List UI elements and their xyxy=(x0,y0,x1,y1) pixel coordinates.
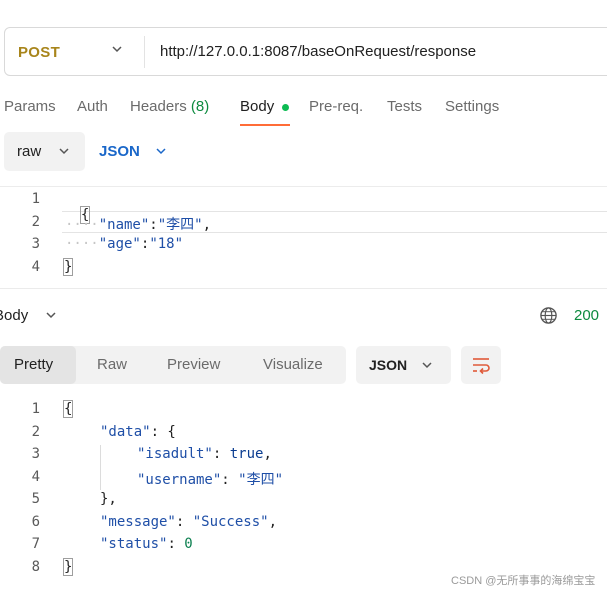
json-value: 0 xyxy=(184,536,193,552)
chevron-down-icon[interactable] xyxy=(111,43,123,55)
json-brace: } xyxy=(63,258,74,276)
headers-count: (8) xyxy=(190,98,210,115)
line-number: 3 xyxy=(31,236,40,252)
json-key: "name" xyxy=(98,217,150,233)
chevron-down-icon[interactable] xyxy=(155,145,167,157)
code-line: "username": "李四" xyxy=(137,472,284,488)
code-line: "isadult": true, xyxy=(137,446,272,462)
json-key: "data" xyxy=(100,424,151,440)
body-format-select[interactable]: JSON xyxy=(99,143,140,160)
code-line: }, xyxy=(100,491,117,507)
line-number: 3 xyxy=(31,446,40,462)
body-indicator-dot xyxy=(282,104,289,111)
line-number: 1 xyxy=(31,401,40,417)
code-line: ····"age":"18" xyxy=(65,236,184,252)
globe-icon[interactable] xyxy=(539,306,558,325)
json-value: "李四" xyxy=(157,217,203,233)
json-value: true xyxy=(229,446,264,462)
tab-headers[interactable]: Headers (8) xyxy=(130,98,209,115)
line-number: 1 xyxy=(31,191,40,207)
tab-params[interactable]: Params xyxy=(4,98,56,115)
chevron-down-icon[interactable] xyxy=(45,309,57,321)
body-type-label: raw xyxy=(17,143,42,160)
status-code[interactable]: 200 xyxy=(574,307,599,324)
tab-preview[interactable]: Preview xyxy=(167,356,220,373)
tab-pretty[interactable]: Pretty xyxy=(14,356,53,373)
tab-prereq[interactable]: Pre-req. xyxy=(309,98,363,115)
json-key: "message" xyxy=(100,514,176,530)
json-key: "isadult" xyxy=(137,446,213,462)
json-value: "Success" xyxy=(192,514,269,530)
line-number: 2 xyxy=(31,424,40,440)
line-number: 7 xyxy=(31,536,40,552)
line-number: 2 xyxy=(31,214,40,230)
code-line: ····"name":"李四", xyxy=(65,217,212,233)
active-tab-underline xyxy=(240,124,290,126)
line-number: 6 xyxy=(31,514,40,530)
line-number: 8 xyxy=(31,559,40,575)
json-value: "李四" xyxy=(238,472,284,488)
response-section-label[interactable]: Body xyxy=(0,307,28,324)
code-line: } xyxy=(63,258,74,276)
code-line: "status": 0 xyxy=(100,536,193,552)
tab-body[interactable]: Body xyxy=(240,98,274,115)
section-divider xyxy=(0,288,607,289)
wrap-lines-button[interactable] xyxy=(461,346,501,384)
tab-settings[interactable]: Settings xyxy=(445,98,499,115)
tab-tests[interactable]: Tests xyxy=(387,98,422,115)
code-line: "message": "Success", xyxy=(100,514,278,530)
response-format-label: JSON xyxy=(369,357,408,373)
tab-headers-label: Headers xyxy=(130,98,187,115)
line-number: 4 xyxy=(31,469,40,485)
tab-raw[interactable]: Raw xyxy=(97,356,127,373)
editor-top-border xyxy=(0,186,607,187)
line-number: 4 xyxy=(31,259,40,275)
json-brace: { xyxy=(63,400,74,418)
tab-visualize[interactable]: Visualize xyxy=(263,356,323,373)
json-value: "18" xyxy=(149,236,184,252)
json-brace: } xyxy=(63,558,74,576)
divider xyxy=(144,36,145,68)
url-bar: POST http://127.0.0.1:8087/baseOnRequest… xyxy=(4,27,607,76)
chevron-down-icon[interactable] xyxy=(58,145,70,157)
code-line: "data": { xyxy=(100,424,176,440)
indent-guide xyxy=(100,445,101,490)
line-number: 5 xyxy=(31,491,40,507)
method-select[interactable]: POST xyxy=(18,44,60,61)
chevron-down-icon[interactable] xyxy=(421,359,433,371)
json-key: "age" xyxy=(98,236,141,252)
watermark: CSDN @无所事事的海绵宝宝 xyxy=(451,575,596,587)
tab-auth[interactable]: Auth xyxy=(77,98,108,115)
response-body[interactable]: { xyxy=(63,400,74,418)
json-key: "username" xyxy=(137,472,222,488)
code-line: } xyxy=(63,558,74,576)
url-input[interactable]: http://127.0.0.1:8087/baseOnRequest/resp… xyxy=(160,43,476,60)
json-key: "status" xyxy=(100,536,168,552)
wrap-lines-icon xyxy=(473,358,490,375)
